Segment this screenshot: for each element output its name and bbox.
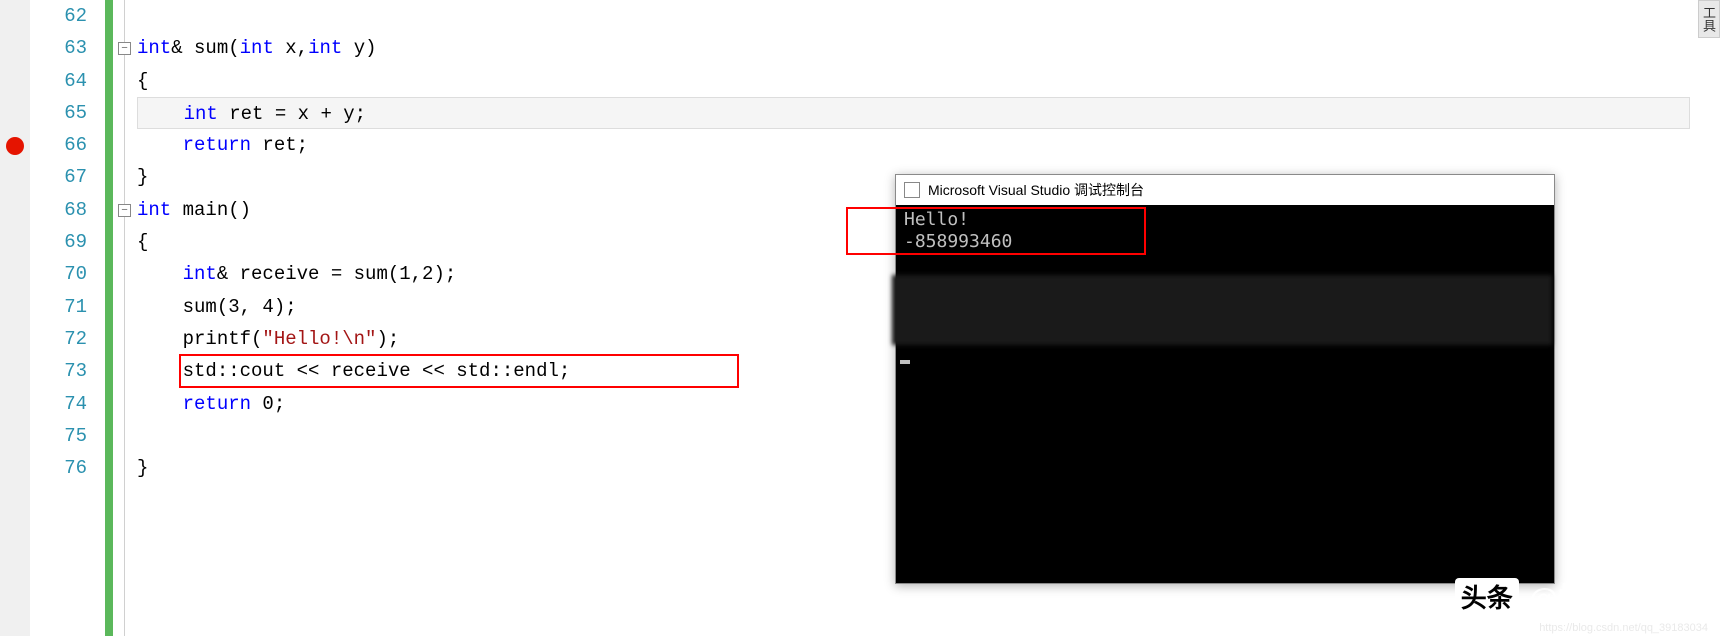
breakpoint-gutter[interactable]	[0, 0, 30, 636]
code-line[interactable]: {	[137, 65, 1720, 97]
current-line[interactable]: int ret = x + y;	[137, 97, 1690, 129]
line-number: 69	[30, 226, 87, 258]
line-number: 72	[30, 323, 87, 355]
line-number: 67	[30, 161, 87, 193]
code-line[interactable]	[137, 0, 1720, 32]
fold-toggle[interactable]: −	[118, 42, 131, 55]
watermark-url: https://blog.csdn.net/qq_39183034	[1539, 622, 1708, 634]
watermark: 头条 @快乐江湖啊	[1455, 574, 1708, 618]
code-line[interactable]: return ret;	[137, 129, 1720, 161]
outline-gutter[interactable]: − −	[113, 0, 137, 636]
line-number: 62	[30, 0, 87, 32]
line-number: 74	[30, 388, 87, 420]
console-title: Microsoft Visual Studio 调试控制台	[928, 180, 1144, 200]
line-number: 66	[30, 129, 87, 161]
watermark-logo: 头条	[1455, 578, 1519, 615]
breakpoint-marker[interactable]	[6, 137, 24, 155]
debug-console-window[interactable]: Microsoft Visual Studio 调试控制台 Hello! -85…	[895, 174, 1555, 584]
line-number: 76	[30, 452, 87, 484]
console-output[interactable]: Hello! -858993460	[896, 205, 1554, 583]
line-number: 65	[30, 97, 87, 129]
line-number: 75	[30, 420, 87, 452]
console-cursor	[900, 360, 910, 364]
code-line[interactable]: int& sum(int x,int y)	[137, 32, 1720, 64]
line-number-gutter: 62 63 64 65 66 67 68 69 70 71 72 73 74 7…	[30, 0, 105, 636]
line-number: 68	[30, 194, 87, 226]
line-number: 70	[30, 258, 87, 290]
line-number: 64	[30, 65, 87, 97]
console-line: -858993460	[904, 231, 1546, 253]
change-indicator-bar	[105, 0, 113, 636]
toolbox-tab[interactable]: 工具	[1698, 0, 1720, 38]
console-app-icon	[904, 182, 920, 198]
fold-toggle[interactable]: −	[118, 204, 131, 217]
console-titlebar[interactable]: Microsoft Visual Studio 调试控制台	[896, 175, 1554, 205]
watermark-text: @快乐江湖啊	[1529, 574, 1708, 618]
line-number: 73	[30, 355, 87, 387]
console-line: Hello!	[904, 209, 1546, 231]
redacted-region	[892, 275, 1552, 345]
line-number: 63	[30, 32, 87, 64]
outline-guide	[124, 0, 125, 636]
line-number: 71	[30, 291, 87, 323]
